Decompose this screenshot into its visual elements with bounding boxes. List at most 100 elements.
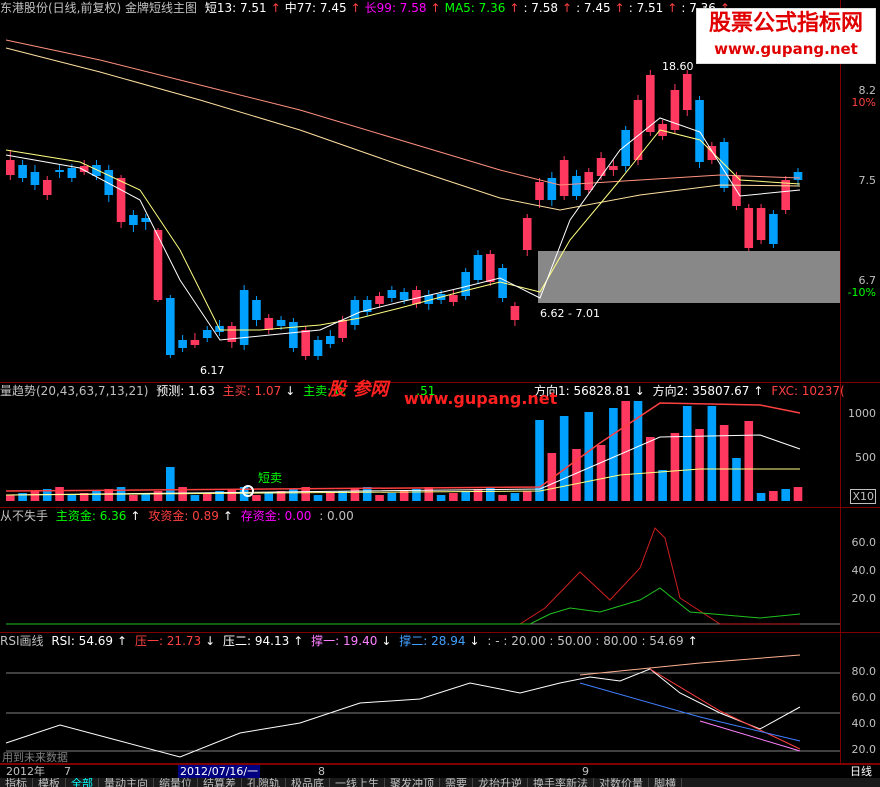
fxc-value: FXC: 10237( bbox=[771, 384, 845, 398]
indicator-tab[interactable]: 脚横 bbox=[649, 778, 682, 787]
indicator-tab[interactable]: 缩量位 bbox=[154, 778, 198, 787]
indicator-tab[interactable]: 量动主向 bbox=[99, 778, 154, 787]
volume-bar bbox=[436, 495, 446, 501]
candle-body bbox=[153, 230, 163, 300]
funds-title: 从不失手 bbox=[0, 509, 49, 523]
candle-body bbox=[129, 215, 138, 225]
rsi-panel[interactable]: RSI画线 RSI: 54.69 ↑ 压一: 21.73 ↓ 压二: 94.13 ↑ … bbox=[0, 633, 880, 764]
volume-bar bbox=[781, 489, 790, 501]
volume-bar bbox=[719, 425, 729, 501]
candle-body bbox=[682, 74, 692, 110]
indicator-value: 长99: 7.58 bbox=[364, 1, 427, 15]
candle-body bbox=[449, 295, 458, 302]
watermark-logo: 股票公式指标网 www.gupang.net bbox=[696, 8, 876, 64]
volume-bar bbox=[670, 433, 680, 501]
candle-body bbox=[92, 165, 101, 176]
candle-body bbox=[769, 214, 778, 244]
support1-value: 撑一: 19.40 bbox=[311, 634, 378, 648]
volume-bar bbox=[326, 493, 335, 501]
indicator-arrow: ↑ bbox=[430, 1, 441, 15]
volume-bar bbox=[202, 493, 212, 501]
indicator-tab[interactable]: 龙抬升逆 bbox=[473, 778, 528, 787]
volume-bar bbox=[449, 493, 458, 501]
funds-axis: 60.0 40.0 20.0 bbox=[840, 508, 880, 632]
volume-bar bbox=[522, 491, 532, 501]
volume-trend-white bbox=[5, 434, 801, 496]
main-buy-value: 主买: 1.07 bbox=[222, 384, 282, 398]
indicator-tabs[interactable]: 指标 模板 全部 量动主向 缩量位 结算差 孔隙轨 极品底 一线上生 聚发冲顶 需要 龙抬升逆 换手率新… bbox=[0, 778, 880, 787]
indicator-value: 短13: 7.51 bbox=[204, 1, 267, 15]
candle-body bbox=[239, 290, 249, 345]
volume-bar bbox=[362, 487, 372, 501]
predict-value: 预测: 1.63 bbox=[156, 384, 215, 398]
rsi-tick: 60.0 bbox=[851, 691, 877, 704]
candle-body bbox=[633, 100, 643, 160]
candle-body bbox=[30, 172, 40, 185]
volume-panel[interactable]: 量趋势(20,43,63,7,13,21) 预测: 1.63 主买: 1.07 ↓… bbox=[0, 379, 880, 508]
indicator-tab[interactable]: 指标 bbox=[0, 778, 33, 787]
candle-body bbox=[781, 180, 790, 210]
rsi-tick: 40.0 bbox=[851, 717, 877, 730]
rsi-tick: 20.0 bbox=[851, 743, 877, 756]
indicator-arrow: ↑ bbox=[614, 1, 625, 15]
candle-body bbox=[338, 320, 347, 338]
rsi-axis: 80.0 60.0 40.0 20.0 bbox=[840, 633, 880, 763]
indicator-tab[interactable]: 对数价量 bbox=[594, 778, 649, 787]
volume-bar bbox=[559, 416, 569, 501]
volume-bar bbox=[769, 491, 778, 501]
overlay-logo-text: 股 参网 bbox=[328, 379, 389, 400]
indicator-tab[interactable]: 换手率新法 bbox=[528, 778, 594, 787]
volume-bar bbox=[732, 458, 741, 501]
indicator-arrow: ↑ bbox=[270, 1, 281, 15]
funds-panel[interactable]: 从不失手 主资金: 6.36 ↑ 攻资金: 0.89 ↑ 存资金: 0.00 : 0… bbox=[0, 508, 880, 633]
indicator-tab[interactable]: 一线上生 bbox=[330, 778, 385, 787]
indicator-tab[interactable]: 全部 bbox=[66, 778, 99, 787]
period-label[interactable]: 日线 bbox=[850, 765, 872, 778]
cursor-date: 2012/07/16/一 bbox=[178, 765, 261, 778]
range-label: 6.62 - 7.01 bbox=[540, 307, 600, 320]
volume-bar bbox=[424, 487, 434, 501]
candle-body bbox=[756, 208, 766, 240]
volume-bar bbox=[67, 495, 77, 501]
indicator-value: : 7.51 bbox=[628, 1, 664, 15]
volume-bar bbox=[6, 495, 15, 501]
funds-plot[interactable] bbox=[0, 508, 840, 633]
volume-bar bbox=[30, 491, 40, 501]
month-label: 7 bbox=[64, 765, 71, 778]
price-tick: -10% bbox=[847, 286, 876, 299]
volume-bar bbox=[252, 495, 261, 501]
high-price-label: 18.60 bbox=[662, 60, 694, 73]
indicator-arrow: ↑ bbox=[350, 1, 361, 15]
store-fund-value: 存资金: 0.00 bbox=[240, 509, 312, 523]
volume-bar bbox=[609, 408, 618, 501]
volume-bar bbox=[313, 495, 323, 501]
price-range-box bbox=[538, 251, 840, 303]
volume-bar bbox=[498, 495, 507, 501]
volume-bar bbox=[153, 491, 163, 501]
candle-body bbox=[289, 322, 298, 348]
candle-body bbox=[387, 290, 397, 298]
indicator-value: MA5: 7.36 bbox=[444, 1, 506, 15]
attack-fund-line bbox=[6, 527, 800, 625]
indicator-tab[interactable]: 聚发冲顶 bbox=[385, 778, 440, 787]
candle-body bbox=[707, 146, 717, 160]
watermark-line2: www.gupang.net bbox=[714, 40, 858, 58]
candle-body bbox=[793, 172, 803, 180]
candle-body bbox=[252, 300, 261, 320]
candle-body bbox=[190, 340, 200, 345]
overlay-url-text: www.gupang.net bbox=[404, 389, 558, 408]
indicator-tab[interactable]: 模板 bbox=[33, 778, 66, 787]
indicator-tab[interactable]: 极品底 bbox=[286, 778, 330, 787]
support2-value: 撑二: 28.94 bbox=[399, 634, 466, 648]
candle-body bbox=[202, 330, 212, 338]
indicator-value: : 7.58 bbox=[523, 1, 559, 15]
candle-body bbox=[264, 318, 274, 330]
volume-trend-red bbox=[5, 402, 801, 492]
indicator-tab[interactable]: 孔隙轨 bbox=[242, 778, 286, 787]
indicator-tab[interactable]: 结算差 bbox=[198, 778, 242, 787]
indicator-tab[interactable]: 需要 bbox=[440, 778, 473, 787]
candle-body bbox=[42, 180, 52, 195]
time-axis[interactable]: 2012年 7 2012/07/16/一 8 9 日线 bbox=[0, 764, 880, 778]
rsi-plot[interactable] bbox=[0, 633, 840, 764]
candle-body bbox=[178, 340, 187, 348]
